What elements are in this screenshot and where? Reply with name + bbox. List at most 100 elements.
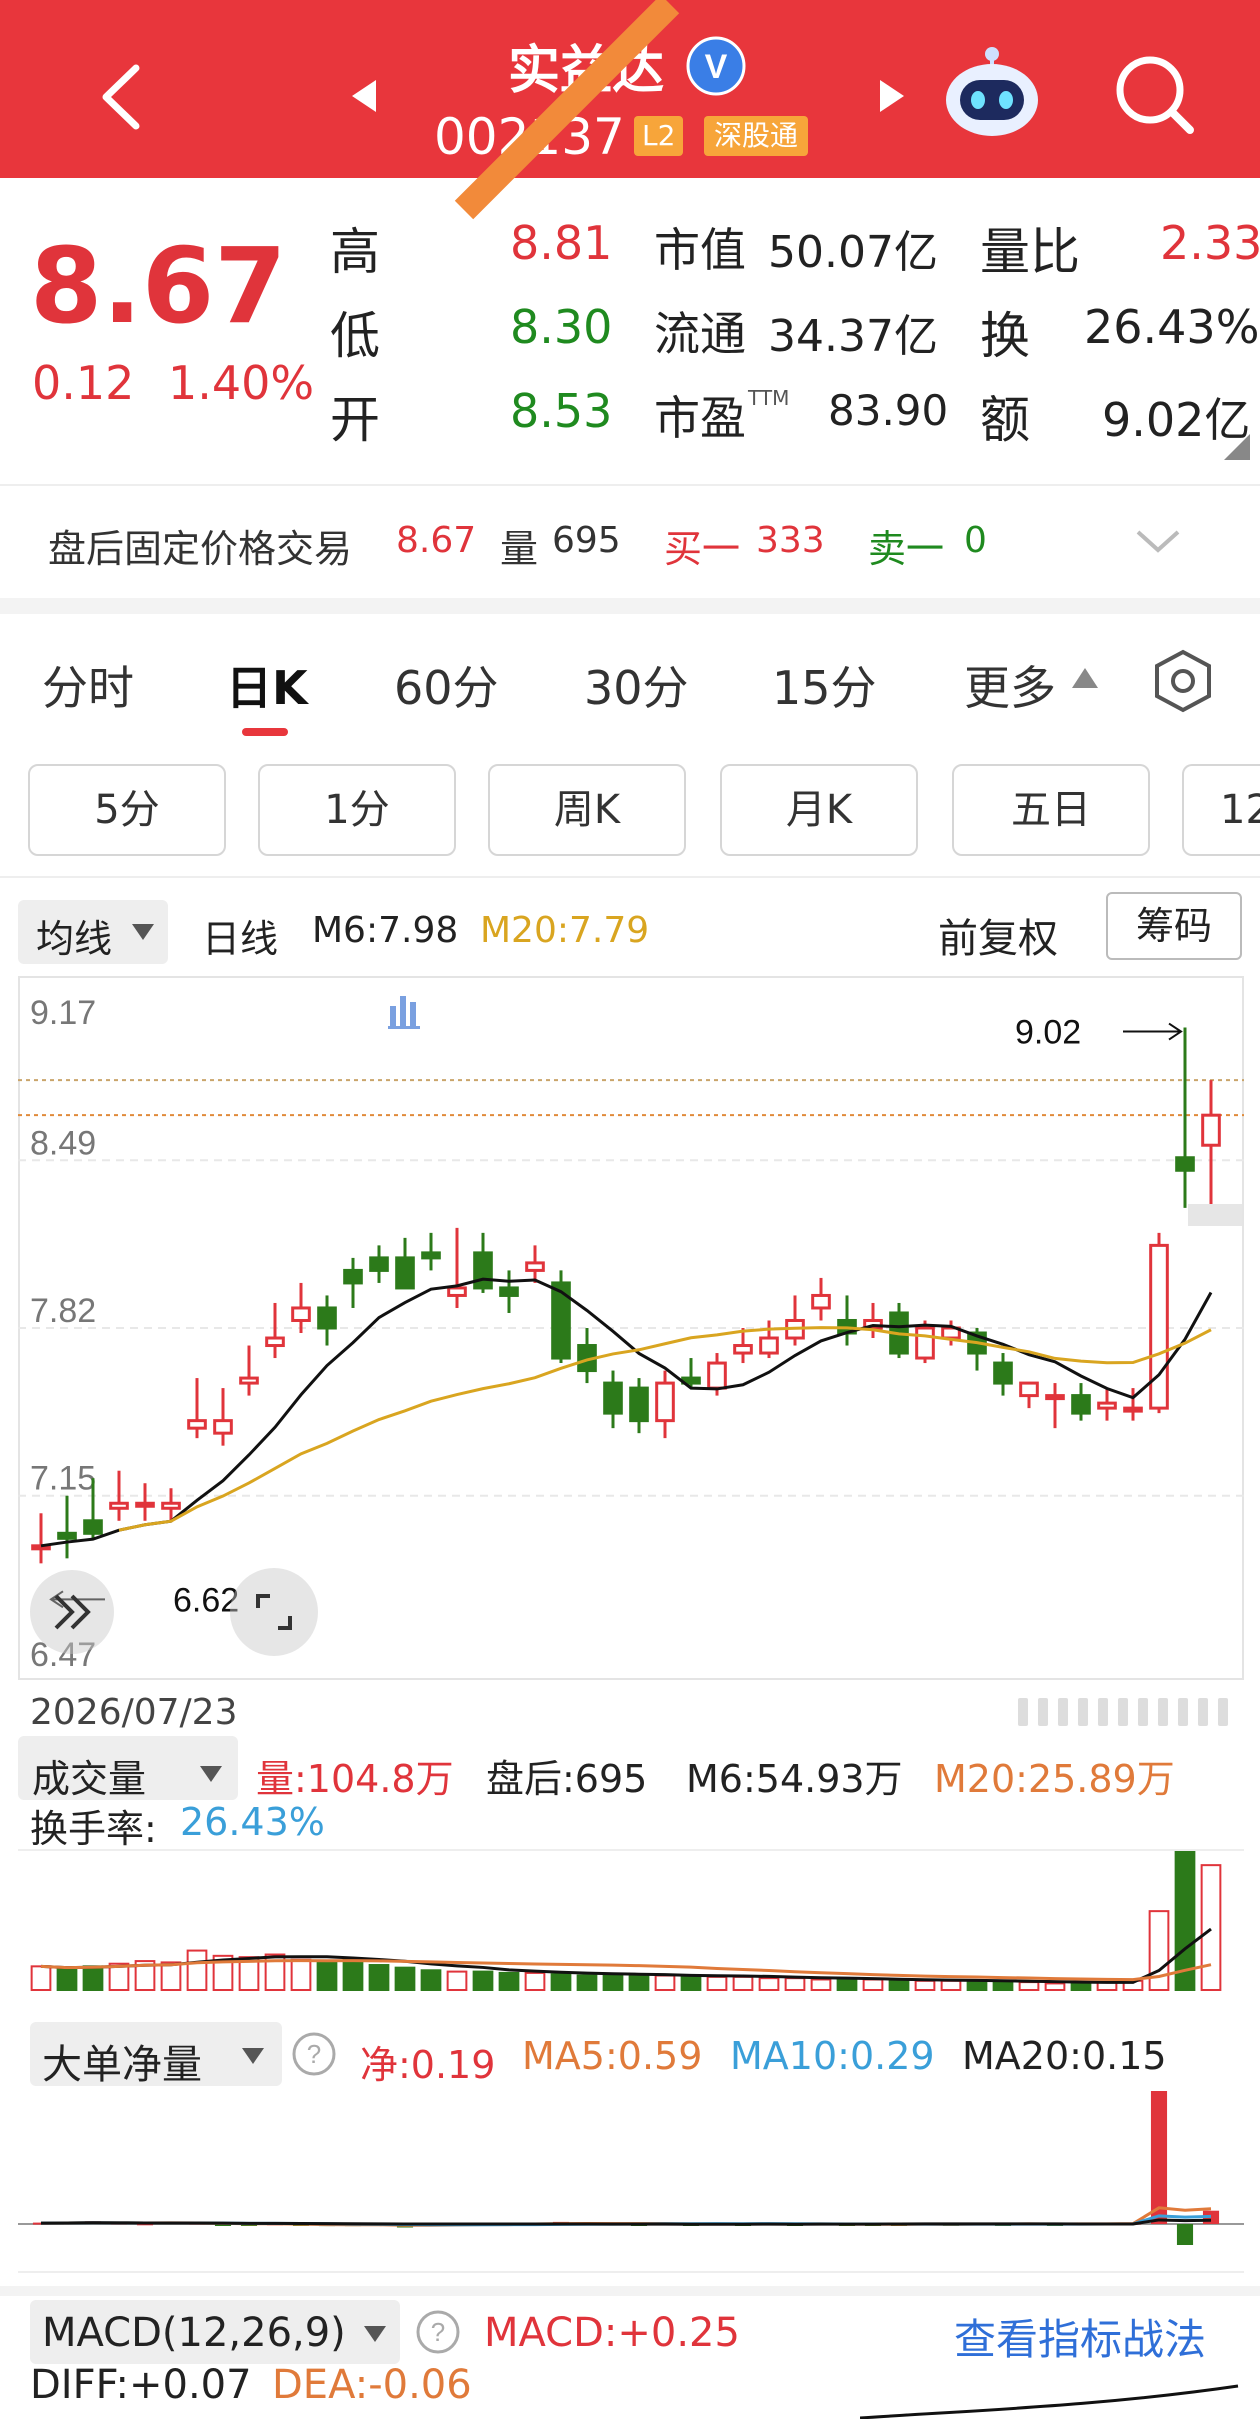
chevron-down-icon[interactable] bbox=[1134, 528, 1182, 556]
volume-bar bbox=[30, 1965, 52, 1991]
candle bbox=[525, 1261, 545, 1272]
buy1-label: 买一 bbox=[664, 527, 741, 571]
tab-daily-k[interactable]: 日K bbox=[226, 652, 308, 718]
candle bbox=[343, 1268, 363, 1285]
volume-bar bbox=[862, 1978, 884, 1992]
bigorder-ma20: MA20:0.15 bbox=[962, 2034, 1167, 2078]
volume-bar bbox=[1200, 1864, 1222, 1991]
volume-bar bbox=[888, 1979, 910, 1992]
indicator-strategy-link[interactable]: 查看指标战法 bbox=[954, 2306, 1206, 2367]
settings-hexagon-icon[interactable] bbox=[1150, 648, 1216, 714]
kline-chart[interactable]: 9.178.497.827.156.479.026.62 bbox=[18, 976, 1244, 1680]
candle bbox=[265, 1336, 285, 1348]
subtab-12[interactable]: 12 bbox=[1182, 764, 1260, 856]
volume-bar bbox=[342, 1957, 364, 1992]
help-icon[interactable]: ? bbox=[414, 2308, 462, 2356]
mcap-value: 50.07亿 bbox=[768, 227, 938, 278]
volume-bar bbox=[836, 1978, 858, 1992]
tab-15min[interactable]: 15分 bbox=[772, 652, 877, 718]
expand-corner-icon[interactable] bbox=[1222, 432, 1252, 462]
volume-bar bbox=[732, 1975, 754, 1992]
dropdown-caret-icon bbox=[242, 2048, 264, 2064]
adjust-label[interactable]: 前复权 bbox=[938, 906, 1058, 964]
chart-date: 2026/07/23 bbox=[30, 1692, 238, 1733]
bigorder-ma10: MA10:0.29 bbox=[730, 2034, 935, 2078]
help-icon[interactable]: ? bbox=[290, 2030, 338, 2078]
min-price-label: 6.62 bbox=[173, 1581, 239, 1619]
low-value: 8.30 bbox=[510, 300, 613, 354]
subtab-five-day[interactable]: 五日 bbox=[952, 764, 1150, 856]
candle bbox=[629, 1386, 649, 1423]
macd-line-fragment bbox=[860, 2384, 1239, 2419]
pe-label: 市盈 bbox=[654, 391, 746, 445]
volume-bar bbox=[1044, 1982, 1066, 1992]
subtab-1min[interactable]: 1分 bbox=[258, 764, 456, 856]
tab-30min[interactable]: 30分 bbox=[584, 652, 689, 718]
turnover-rate-label: 换手率: bbox=[30, 1807, 157, 1851]
back-icon[interactable] bbox=[96, 62, 148, 132]
volume-bar bbox=[524, 1971, 546, 1991]
scroll-tick bbox=[1118, 1698, 1128, 1726]
active-tab-indicator bbox=[242, 728, 288, 736]
low-label: 低 bbox=[330, 307, 380, 365]
subtab-monthly[interactable]: 月K bbox=[720, 764, 918, 856]
chips-button[interactable]: 筹码 bbox=[1106, 892, 1242, 960]
label-placeholder bbox=[1188, 1204, 1242, 1226]
volume-ratio-label: 量比 bbox=[980, 223, 1080, 281]
section-gap bbox=[0, 598, 1260, 614]
tab-intraday[interactable]: 分时 bbox=[42, 652, 134, 718]
candle bbox=[1019, 1381, 1039, 1398]
candle bbox=[421, 1251, 441, 1260]
robot-assistant-icon[interactable] bbox=[942, 42, 1042, 142]
mcap-label: 市值 bbox=[654, 223, 746, 277]
price-change: 0.12 bbox=[32, 356, 135, 410]
candle bbox=[291, 1306, 311, 1322]
scroll-tick bbox=[1078, 1698, 1088, 1726]
ma20-value: M20:7.79 bbox=[480, 910, 650, 951]
volume-m20: M20:25.89万 bbox=[934, 1757, 1175, 1801]
subtab-5min[interactable]: 5分 bbox=[28, 764, 226, 856]
orange-stripe-mark bbox=[454, 0, 680, 220]
macd-selector-label: MACD(12,26,9) bbox=[42, 2310, 346, 2356]
bigorder-chart[interactable] bbox=[18, 2076, 1244, 2276]
candle bbox=[239, 1376, 259, 1385]
candle bbox=[447, 1286, 467, 1297]
candle bbox=[109, 1501, 129, 1510]
tab-60min[interactable]: 60分 bbox=[394, 652, 499, 718]
candle bbox=[811, 1293, 831, 1310]
scroll-tick bbox=[1178, 1698, 1188, 1726]
volume-bar bbox=[498, 1971, 520, 1991]
volume-bar bbox=[316, 1961, 338, 1992]
fast-forward-button[interactable] bbox=[30, 1570, 114, 1654]
prev-stock-icon[interactable] bbox=[350, 78, 378, 114]
bigorder-bar bbox=[1150, 2091, 1168, 2224]
price-change-pct: 1.40% bbox=[168, 356, 315, 410]
candle bbox=[1071, 1394, 1091, 1415]
subtab-weekly[interactable]: 周K bbox=[488, 764, 686, 856]
icon-bar bbox=[390, 1006, 396, 1026]
candle bbox=[473, 1251, 493, 1290]
candle bbox=[603, 1381, 623, 1415]
fullscreen-button[interactable] bbox=[230, 1568, 318, 1656]
tab-more[interactable]: 更多 bbox=[964, 652, 1056, 718]
candle bbox=[993, 1361, 1013, 1385]
candle bbox=[83, 1519, 103, 1535]
amount-label: 额 bbox=[980, 391, 1030, 449]
scroll-tick bbox=[1018, 1698, 1028, 1726]
period-label: 日线 bbox=[202, 917, 279, 961]
macd-value: MACD:+0.25 bbox=[484, 2310, 740, 2356]
next-stock-icon[interactable] bbox=[878, 78, 906, 114]
search-icon[interactable] bbox=[1112, 52, 1196, 138]
volume-bar bbox=[472, 1970, 494, 1991]
volume-chart[interactable] bbox=[18, 1848, 1244, 1998]
volume-bar bbox=[992, 1981, 1014, 1992]
pe-value: 83.90 bbox=[828, 386, 949, 435]
volume-bar bbox=[56, 1967, 78, 1991]
scroll-tick bbox=[1218, 1698, 1228, 1726]
volume-bar bbox=[940, 1979, 962, 1992]
chart-scrollbar[interactable] bbox=[1018, 1694, 1240, 1730]
candle bbox=[161, 1501, 181, 1510]
high-value: 8.81 bbox=[510, 216, 613, 270]
ma6-value: M6:7.98 bbox=[312, 910, 459, 951]
scroll-tick bbox=[1138, 1698, 1148, 1726]
